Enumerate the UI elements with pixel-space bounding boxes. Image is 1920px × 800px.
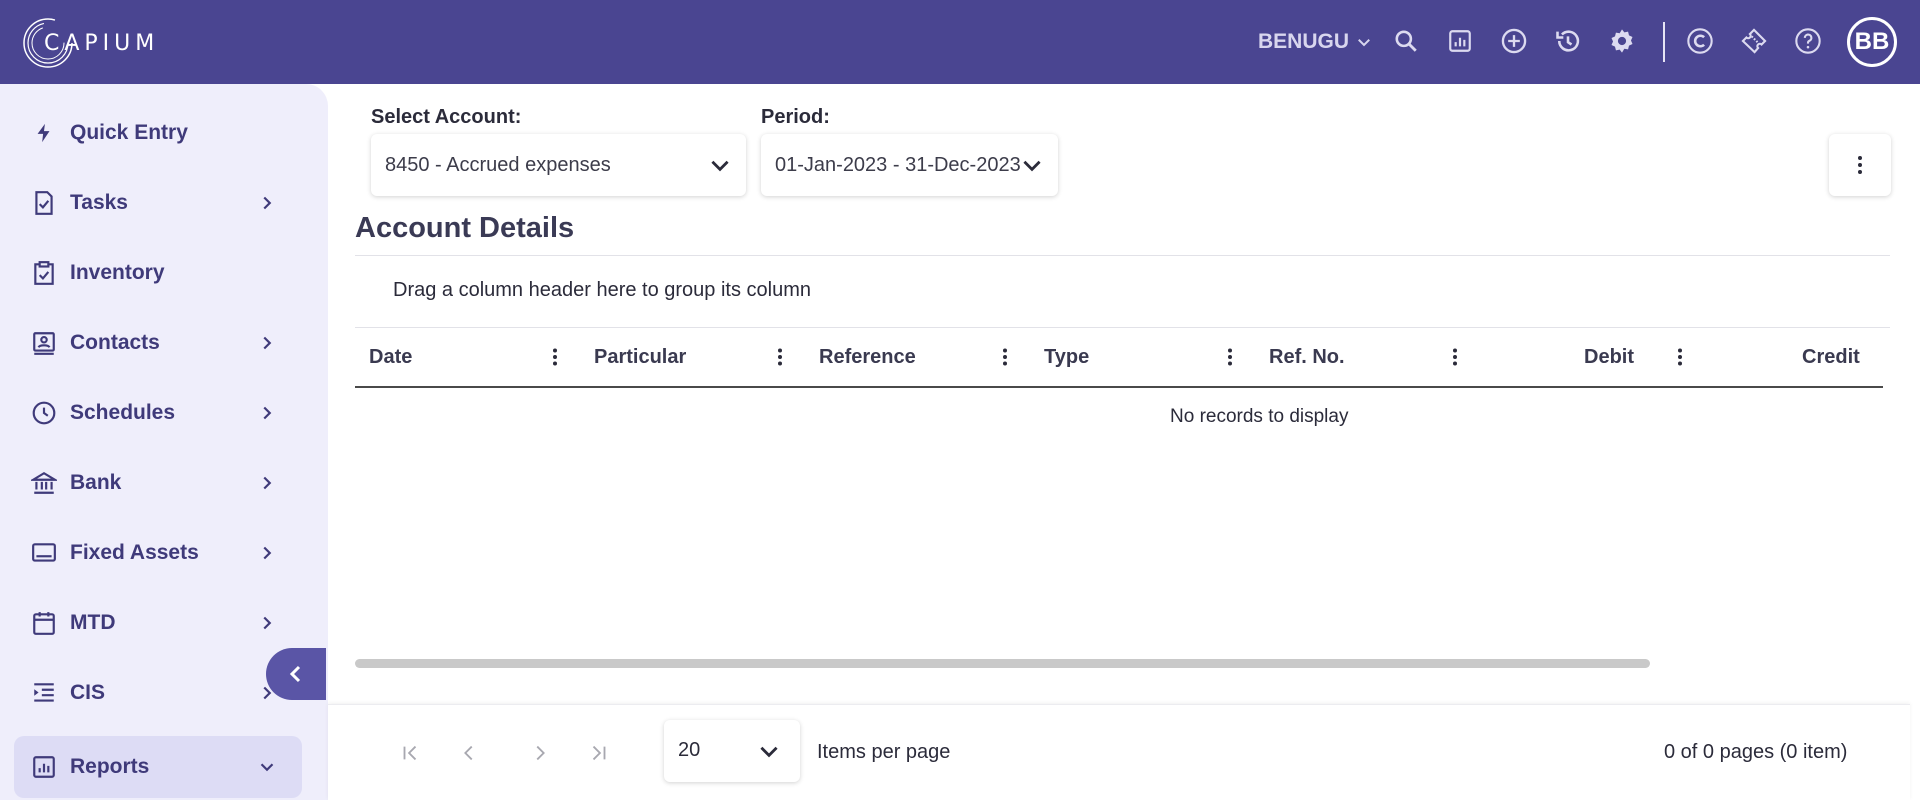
group-panel-divider bbox=[355, 327, 1890, 328]
select-account-label: Select Account: bbox=[371, 106, 522, 128]
account-select[interactable]: 8450 - Accrued expenses bbox=[371, 134, 746, 196]
page-size-value: 20 bbox=[678, 739, 701, 761]
search-icon[interactable] bbox=[1391, 26, 1421, 56]
column-menu-icon[interactable] bbox=[998, 345, 1012, 369]
chevron-right-icon bbox=[263, 546, 272, 560]
chevron-right-icon bbox=[263, 476, 272, 490]
sidebar-item-label: Reports bbox=[70, 755, 150, 778]
chevron-down-icon bbox=[760, 746, 778, 758]
sidebar-item-quick-entry[interactable]: Quick Entry bbox=[14, 102, 302, 164]
sidebar-item-label: Tasks bbox=[70, 191, 128, 214]
column-menu-icon[interactable] bbox=[548, 345, 562, 369]
column-header-particular[interactable]: Particular bbox=[594, 346, 686, 369]
previous-page-icon[interactable] bbox=[457, 741, 481, 765]
sidebar-item-contacts[interactable]: Contacts bbox=[14, 312, 302, 374]
column-header-debit[interactable]: Debit bbox=[1584, 346, 1634, 369]
vertical-dots-icon bbox=[1858, 156, 1862, 174]
settings-icon[interactable] bbox=[1607, 26, 1637, 56]
period-select-value: 01-Jan-2023 - 31-Dec-2023 bbox=[775, 153, 1021, 176]
sidebar-item-tasks[interactable]: Tasks bbox=[14, 172, 302, 234]
help-icon[interactable] bbox=[1793, 26, 1823, 56]
sidebar-item-reports[interactable]: Reports bbox=[14, 736, 302, 798]
sidebar-collapse-button[interactable] bbox=[266, 648, 326, 700]
more-options-button[interactable] bbox=[1829, 134, 1891, 196]
chevron-down-icon bbox=[711, 160, 729, 172]
bar-chart-icon bbox=[30, 753, 58, 781]
sidebar-item-label: Schedules bbox=[70, 401, 176, 424]
sidebar-item-inventory[interactable]: Inventory bbox=[14, 242, 302, 304]
logo-text: CAPIUM bbox=[44, 31, 160, 56]
bolt-icon bbox=[30, 119, 58, 147]
chevron-left-icon bbox=[289, 665, 301, 683]
next-page-icon[interactable] bbox=[528, 741, 552, 765]
items-per-page-label: Items per page bbox=[817, 741, 951, 763]
task-doc-icon bbox=[30, 189, 58, 217]
chevron-right-icon bbox=[263, 336, 272, 350]
report-icon[interactable] bbox=[1445, 26, 1475, 56]
sidebar-item-mtd[interactable]: MTD bbox=[14, 592, 302, 654]
sidebar-item-label: Quick Entry bbox=[70, 121, 188, 144]
chevron-right-icon bbox=[263, 616, 272, 630]
period-label: Period: bbox=[761, 106, 830, 128]
sidebar-item-label: Bank bbox=[70, 471, 122, 494]
page-size-select[interactable]: 20 bbox=[664, 720, 800, 782]
column-header-ref-no[interactable]: Ref. No. bbox=[1269, 346, 1345, 369]
toolbar-divider bbox=[1663, 22, 1665, 62]
column-header-credit[interactable]: Credit bbox=[1802, 346, 1860, 369]
chevron-down-icon bbox=[1358, 39, 1370, 47]
column-header-type[interactable]: Type bbox=[1044, 346, 1089, 369]
group-panel-hint: Drag a column header here to group its c… bbox=[393, 279, 812, 301]
period-select[interactable]: 01-Jan-2023 - 31-Dec-2023 bbox=[761, 134, 1058, 196]
organisation-switcher[interactable]: BENUGU bbox=[1258, 30, 1373, 54]
clipboard-check-icon bbox=[30, 259, 58, 287]
add-circle-icon[interactable] bbox=[1499, 26, 1529, 56]
column-header-reference[interactable]: Reference bbox=[819, 346, 916, 369]
horizontal-scrollbar[interactable] bbox=[355, 659, 1650, 668]
calendar-icon bbox=[30, 609, 58, 637]
last-page-icon[interactable] bbox=[587, 741, 611, 765]
title-divider bbox=[355, 255, 1890, 256]
sidebar-item-label: Contacts bbox=[70, 331, 160, 354]
sidebar-item-label: Fixed Assets bbox=[70, 541, 199, 564]
bank-icon bbox=[30, 469, 58, 497]
column-header-date[interactable]: Date bbox=[369, 346, 412, 369]
capium-c-icon[interactable] bbox=[1685, 26, 1715, 56]
column-menu-icon[interactable] bbox=[773, 345, 787, 369]
sidebar-item-label: CIS bbox=[70, 681, 106, 704]
sidebar-item-label: Inventory bbox=[70, 261, 165, 284]
chevron-down-icon bbox=[1023, 160, 1041, 172]
history-icon[interactable] bbox=[1553, 26, 1583, 56]
top-bar: CAPIUM BENUGU BB bbox=[0, 0, 1920, 84]
organisation-name: BENUGU bbox=[1258, 30, 1350, 53]
sidebar-item-cis[interactable]: CIS bbox=[14, 662, 302, 724]
account-select-value: 8450 - Accrued expenses bbox=[385, 153, 611, 176]
ticket-icon[interactable] bbox=[1739, 26, 1769, 56]
column-menu-icon[interactable] bbox=[1673, 345, 1687, 369]
column-menu-icon[interactable] bbox=[1223, 345, 1237, 369]
sidebar-item-bank[interactable]: Bank bbox=[14, 452, 302, 514]
indent-list-icon bbox=[30, 679, 58, 707]
first-page-icon[interactable] bbox=[398, 741, 422, 765]
column-menu-icon[interactable] bbox=[1448, 345, 1462, 369]
chevron-right-icon bbox=[263, 406, 272, 420]
monitor-icon bbox=[30, 539, 58, 567]
pager-info: 0 of 0 pages (0 item) bbox=[1664, 741, 1848, 763]
grid-header-line bbox=[355, 386, 1883, 388]
sidebar-item-schedules[interactable]: Schedules bbox=[14, 382, 302, 444]
sidebar-item-label: MTD bbox=[70, 611, 116, 634]
capium-logo[interactable]: CAPIUM bbox=[22, 17, 154, 69]
chevron-down-icon bbox=[260, 763, 274, 772]
user-avatar[interactable]: BB bbox=[1847, 17, 1897, 67]
contact-card-icon bbox=[30, 329, 58, 357]
chevron-right-icon bbox=[263, 196, 272, 210]
page-title: Account Details bbox=[355, 212, 575, 244]
clock-icon bbox=[30, 399, 58, 427]
sidebar-item-fixed-assets[interactable]: Fixed Assets bbox=[14, 522, 302, 584]
empty-grid-message: No records to display bbox=[1170, 406, 1349, 427]
